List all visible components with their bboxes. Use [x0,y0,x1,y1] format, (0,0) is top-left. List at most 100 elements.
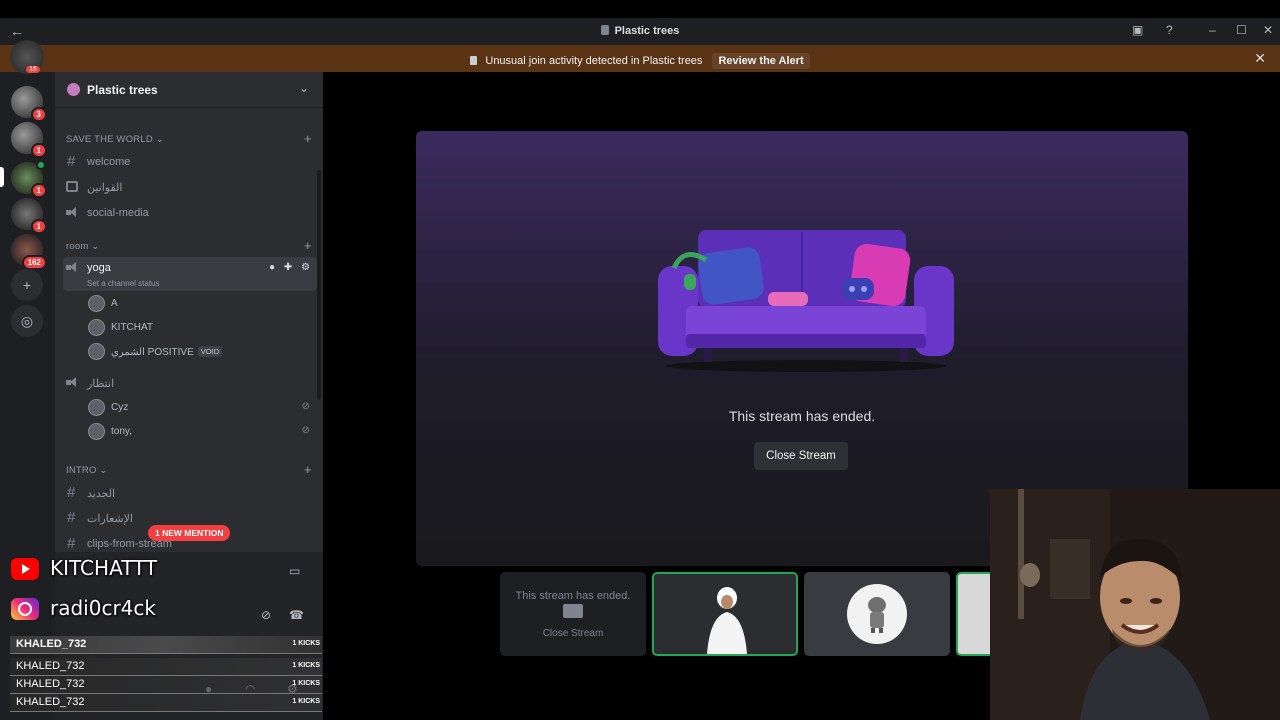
add-channel-icon[interactable]: + [304,131,312,146]
category-intro[interactable]: INTRO ⌄ + [66,462,312,477]
add-channel-icon[interactable]: + [304,238,312,253]
minimize-icon[interactable]: – [1209,23,1216,37]
server-icon[interactable]: 1 [11,122,47,158]
instagram-icon [11,598,39,620]
username: tony, [111,426,132,437]
server-icon[interactable]: 1 [11,198,47,234]
kick-row: KHALED_732 1 KICKS [10,658,322,676]
voice-user[interactable]: Cyz ⊘ [86,397,316,419]
channel-label: انتظار [87,378,115,390]
stream-tile-ended[interactable]: This stream has ended. Close Stream [500,572,646,656]
channel-rules[interactable]: القوانين [63,176,317,198]
shield-icon [470,56,478,65]
voice-user[interactable]: A [86,293,316,315]
screen-share-icon[interactable]: ▣ [1132,23,1143,37]
category-save-the-world[interactable]: SAVE THE WORLD ⌄ + [66,131,312,146]
category-label: INTRO [66,465,97,476]
hash-icon: # [67,484,76,501]
voice-user[interactable]: الشمري POSITIVE VOID [86,341,316,363]
participant-avatar [707,587,747,654]
server-badge: 1 [30,183,47,198]
kick-count: 1 KICKS [292,680,320,687]
avatar [88,399,105,416]
help-icon[interactable]: ? [1166,23,1173,37]
youtube-icon [11,558,39,580]
kick-row: KHALED_732 1 KICKS [10,694,322,712]
close-window-icon[interactable]: ✕ [1263,23,1273,37]
add-server-icon[interactable]: + [11,269,43,301]
title-bar: ← Plastic trees ▣ ? – ☐ ✕ [0,18,1280,45]
channel-label: social-media [87,207,149,219]
speaker-icon [66,377,79,388]
username: A [111,298,118,309]
kick-count: 1 KICKS [292,640,320,647]
server-icon[interactable]: 1 [11,160,47,198]
dm-avatar[interactable]: 16 [10,40,44,74]
channel-label: welcome [87,156,131,168]
dm-badge: 16 [26,66,40,73]
hash-icon: # [67,509,76,526]
avatar [88,343,105,360]
kick-name: KHALED_732 [16,660,85,672]
new-mention-badge[interactable]: 1 NEW MENTION [148,525,231,541]
channel-welcome[interactable]: # welcome [63,151,317,173]
tile-close-stream[interactable]: Close Stream [500,628,646,639]
avatar [88,319,105,336]
dismiss-alert-icon[interactable]: ✕ [1254,50,1266,67]
sidebar-scrollbar[interactable] [317,170,321,400]
review-alert-button[interactable]: Review the Alert [712,53,810,69]
server-icon[interactable]: 3 [11,86,47,122]
channel-label: القوانين [87,182,123,194]
user-tag: VOID [197,346,223,357]
server-name: Plastic trees [87,83,158,97]
channel-label: yoga [87,262,111,274]
voice-channel-waiting[interactable]: انتظار [63,372,317,394]
status-dot [36,160,46,170]
alert-banner: Unusual join activity detected in Plasti… [0,45,1280,72]
youtube-overlay: KITCHATTT [8,553,318,587]
explore-icon[interactable]: ◎ [11,305,43,337]
add-channel-icon[interactable]: + [304,462,312,477]
username: KITCHAT [111,322,154,333]
selected-server-pill [0,167,4,187]
participant-tile-speaking[interactable] [652,572,798,656]
server-icon[interactable]: 162 [11,234,47,270]
window-title-text: Plastic trees [614,25,680,37]
voice-user[interactable]: tony, ⊘ [86,421,316,443]
channel-status[interactable]: Set a channel status [87,279,160,288]
server-header[interactable]: Plastic trees ⌄ [55,72,323,108]
chevron-down-icon[interactable]: ⌄ [299,81,309,95]
channel-new[interactable]: # الجديد [63,482,317,504]
participant-tile[interactable] [804,572,950,656]
window-title: Plastic trees [0,25,1280,37]
close-stream-button[interactable]: Close Stream [754,442,848,470]
username: Cyz [111,402,129,413]
instagram-overlay: radi0cr4ck [8,593,318,627]
voice-channel-yoga[interactable]: yoga Set a channel status ● ✚ ⚙ [63,257,317,291]
maximize-icon[interactable]: ☐ [1236,23,1247,37]
category-room[interactable]: room ⌄ + [66,238,312,253]
couch-illustration [658,230,954,372]
channel-label: الإشعارات [87,513,133,525]
rules-icon [66,181,78,192]
server-badge: 1 [30,219,47,234]
speaker-icon [66,262,79,273]
top-letterbox [0,0,1280,18]
alert-text: Unusual join activity detected in Plasti… [485,55,703,67]
robot-avatar-icon [868,597,886,633]
avatar [88,423,105,440]
kick-row: KHALED_732 1 KICKS [10,636,322,654]
channel-actions[interactable]: ● ✚ ⚙ [269,262,313,273]
voice-user[interactable]: KITCHAT [86,317,316,339]
deafened-icon: ⊘ [301,401,310,412]
channel-social-media[interactable]: social-media [63,202,317,224]
kick-row: KHALED_732 1 KICKS [10,676,322,694]
kick-name: KHALED_732 [16,678,85,690]
username: الشمري POSITIVE [111,347,194,358]
category-label: room [66,241,89,252]
server-boost-icon [67,83,80,96]
server-badge: 162 [21,255,47,270]
announcement-icon [66,207,79,218]
category-label: SAVE THE WORLD [66,134,153,145]
stream-ended-text: This stream has ended. [728,408,876,424]
